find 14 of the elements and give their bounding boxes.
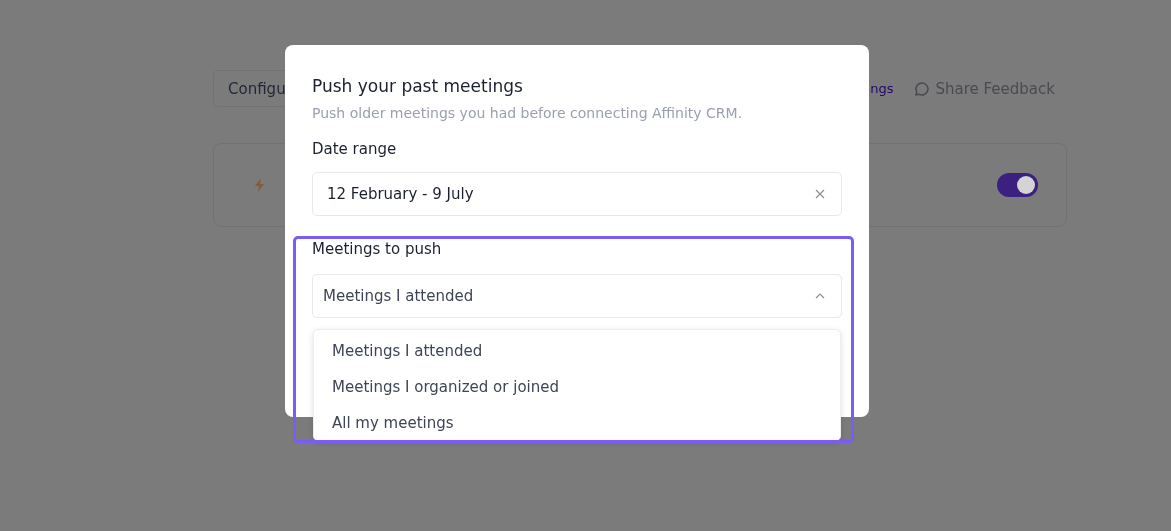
field-label: Date range xyxy=(312,140,398,158)
dropdown-option[interactable]: Meetings I organized or joined xyxy=(314,369,840,405)
settings-link[interactable]: ngs xyxy=(870,81,894,96)
meetings-select[interactable]: Meetings I attended xyxy=(312,274,842,318)
chat-bubble-icon xyxy=(913,80,930,97)
date-range-field[interactable]: 12 February - 9 July xyxy=(312,172,842,216)
close-icon[interactable] xyxy=(815,189,825,199)
lightning-icon xyxy=(254,178,266,192)
dropdown-option[interactable]: Meetings I attended xyxy=(314,333,840,369)
chevron-icon xyxy=(815,293,825,299)
dialog-subtitle: Push older meetings you had before connecting Affinity CRM. xyxy=(312,105,744,121)
field-label: Meetings to push xyxy=(312,240,443,258)
toggle-switch[interactable] xyxy=(997,173,1038,197)
dialog-title: Push your past meetings xyxy=(312,76,524,96)
